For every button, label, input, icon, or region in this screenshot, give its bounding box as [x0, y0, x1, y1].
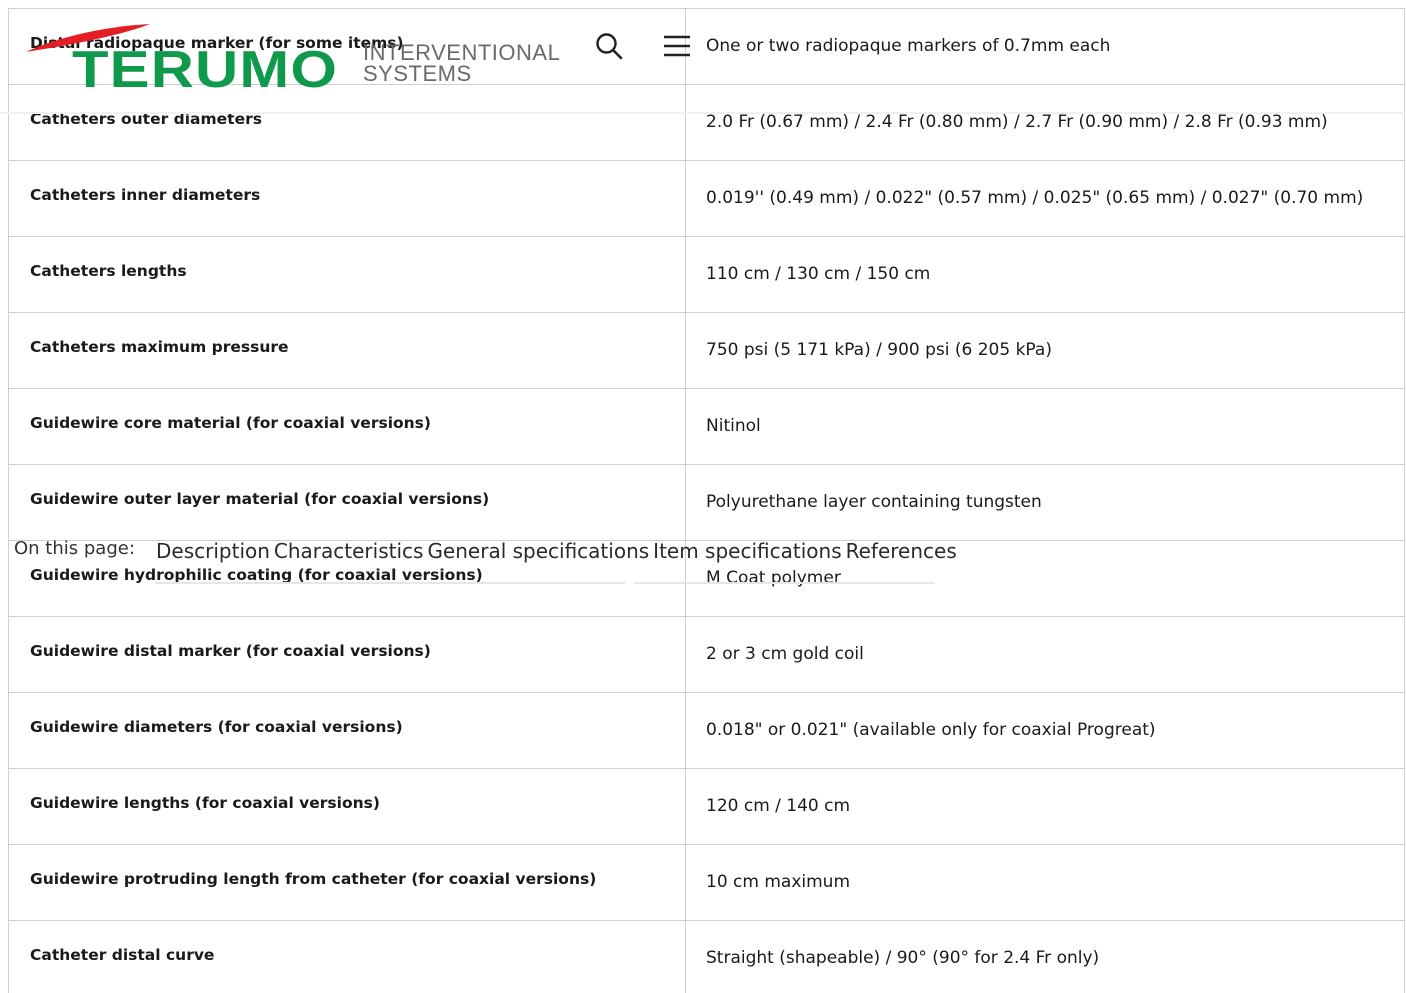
spec-label: Guidewire lengths (for coaxial versions) — [9, 769, 686, 844]
nav-link-description[interactable]: Description — [156, 539, 270, 563]
table-row: Catheters lengths 110 cm / 130 cm / 150 … — [9, 237, 1405, 313]
table-row: Guidewire lengths (for coaxial versions)… — [9, 769, 1405, 845]
table-row: Catheters maximum pressure 750 psi (5 17… — [9, 313, 1405, 389]
spec-label: Catheters inner diameters — [9, 161, 686, 236]
on-this-page-nav: On this page: Description Characteristic… — [0, 535, 957, 584]
spec-value: 0.019'' (0.49 mm) / 0.022" (0.57 mm) / 0… — [686, 161, 1405, 236]
spec-value: Nitinol — [686, 389, 1405, 464]
table-row: Guidewire distal marker (for coaxial ver… — [9, 617, 1405, 693]
nav-link-references[interactable]: References — [846, 539, 957, 563]
nav-link-characteristics[interactable]: Characteristics — [274, 539, 424, 563]
logo-sub-line: INTERVENTIONAL — [363, 40, 561, 65]
spec-label: Catheters maximum pressure — [9, 313, 686, 388]
nav-underline — [155, 582, 935, 584]
hamburger-menu-icon[interactable] — [662, 34, 692, 58]
spec-value: Polyurethane layer containing tungsten — [686, 465, 1405, 540]
table-row: Guidewire protruding length from cathete… — [9, 845, 1405, 921]
spec-value: 2 or 3 cm gold coil — [686, 617, 1405, 692]
spec-value: 0.018" or 0.021" (available only for coa… — [686, 693, 1405, 768]
spec-label: Catheters lengths — [9, 237, 686, 312]
spec-value: 110 cm / 130 cm / 150 cm — [686, 237, 1405, 312]
spec-label: Catheter distal curve — [9, 921, 686, 993]
spec-label: Guidewire diameters (for coaxial version… — [9, 693, 686, 768]
logo-wordmark: TERUMO — [72, 41, 339, 99]
page: Distal radiopaque marker (for some items… — [0, 0, 1406, 993]
spec-value: 120 cm / 140 cm — [686, 769, 1405, 844]
spec-value: 750 psi (5 171 kPa) / 900 psi (6 205 kPa… — [686, 313, 1405, 388]
table-row: Catheter distal curve Straight (shapeabl… — [9, 921, 1405, 993]
logo-sub-line: SYSTEMS — [363, 61, 472, 86]
spec-label: Guidewire distal marker (for coaxial ver… — [9, 617, 686, 692]
search-icon[interactable] — [594, 31, 624, 61]
on-this-page-links: Description Characteristics General spec… — [156, 539, 957, 563]
table-row: Catheters inner diameters 0.019'' (0.49 … — [9, 161, 1405, 237]
spec-value: Straight (shapeable) / 90° (90° for 2.4 … — [686, 921, 1405, 993]
spec-table: Distal radiopaque marker (for some items… — [8, 8, 1405, 993]
table-row: Guidewire core material (for coaxial ver… — [9, 389, 1405, 465]
spec-value: One or two radiopaque markers of 0.7mm e… — [686, 9, 1405, 84]
spec-label: Guidewire outer layer material (for coax… — [9, 465, 686, 540]
nav-link-item-specifications[interactable]: Item specifications — [653, 539, 841, 563]
table-row: Guidewire outer layer material (for coax… — [9, 465, 1405, 541]
table-row: Guidewire diameters (for coaxial version… — [9, 693, 1405, 769]
terumo-logo[interactable]: TERUMO INTERVENTIONAL SYSTEMS — [20, 14, 600, 96]
header-divider — [0, 112, 1406, 114]
spec-label: Guidewire protruding length from cathete… — [9, 845, 686, 920]
spec-value: 2.0 Fr (0.67 mm) / 2.4 Fr (0.80 mm) / 2.… — [686, 85, 1405, 160]
on-this-page-label: On this page: — [14, 538, 135, 559]
logo-subtitle: INTERVENTIONAL SYSTEMS — [363, 40, 561, 86]
nav-link-general-specifications[interactable]: General specifications — [427, 539, 649, 563]
spec-value: 10 cm maximum — [686, 845, 1405, 920]
spec-label: Guidewire core material (for coaxial ver… — [9, 389, 686, 464]
